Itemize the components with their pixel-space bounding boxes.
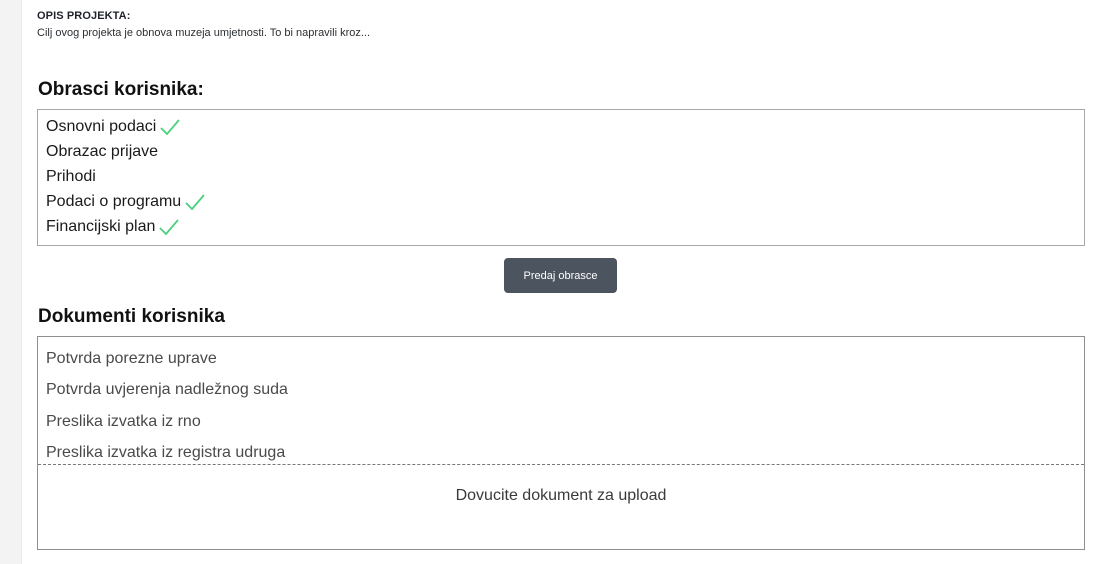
forms-list: Osnovni podaci Obrazac prijave Prihodi P… — [37, 109, 1085, 246]
documents-section-title: Dokumenti korisnika — [38, 306, 225, 327]
check-icon — [159, 218, 180, 235]
form-item-financijski-plan[interactable]: Financijski plan — [46, 214, 1076, 239]
document-item-sud[interactable]: Potvrda uvjerenja nadležnog suda — [46, 375, 1076, 407]
dropzone-text: Dovucite dokument za upload — [455, 487, 667, 504]
form-item-prihodi[interactable]: Prihodi — [46, 164, 1076, 189]
form-item-label: Podaci o programu — [46, 192, 182, 210]
form-item-osnovni-podaci[interactable]: Osnovni podaci — [46, 114, 1076, 139]
page: OPIS PROJEKTA: Cilj ovog projekta je obn… — [0, 0, 1097, 564]
form-item-obrazac-prijave[interactable]: Obrazac prijave — [46, 139, 1076, 164]
documents-panel: Potvrda porezne uprave Potvrda uvjerenja… — [37, 336, 1085, 550]
document-dropzone[interactable]: Dovucite dokument za upload — [38, 464, 1084, 550]
check-icon — [160, 118, 180, 135]
forms-section-title: Obrasci korisnika: — [38, 79, 204, 100]
form-item-label: Prihodi — [46, 167, 96, 185]
left-rail — [0, 0, 22, 564]
submit-forms-button[interactable]: Predaj obrasce — [504, 258, 617, 293]
project-description-label: OPIS PROJEKTA: — [37, 10, 131, 22]
form-item-label: Financijski plan — [46, 217, 156, 235]
form-item-podaci-o-programu[interactable]: Podaci o programu — [46, 189, 1076, 214]
check-icon — [185, 193, 205, 210]
documents-list: Potvrda porezne uprave Potvrda uvjerenja… — [38, 337, 1084, 464]
document-item-porezna[interactable]: Potvrda porezne uprave — [46, 343, 1076, 375]
document-item-rno[interactable]: Preslika izvatka iz rno — [46, 406, 1076, 438]
document-item-registar[interactable]: Preslika izvatka iz registra udruga — [46, 438, 1076, 465]
form-item-label: Osnovni podaci — [46, 117, 157, 135]
form-item-label: Obrazac prijave — [46, 142, 159, 160]
project-description-text: Cilj ovog projekta je obnova muzeja umje… — [37, 27, 371, 39]
